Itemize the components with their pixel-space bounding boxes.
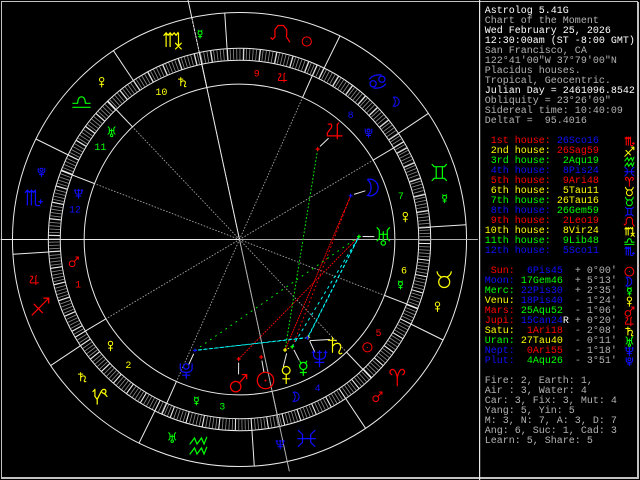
svg-text:10: 10: [155, 88, 167, 99]
svg-text:9: 9: [254, 70, 260, 81]
svg-text:2: 2: [125, 361, 131, 372]
svg-text:4: 4: [315, 384, 321, 395]
svg-text:7: 7: [398, 192, 404, 203]
svg-text:8: 8: [348, 111, 354, 122]
svg-text:3: 3: [219, 403, 225, 414]
svg-text:11: 11: [94, 143, 106, 154]
svg-text:1: 1: [75, 280, 81, 291]
svg-text:12: 12: [69, 205, 81, 216]
svg-text:6: 6: [401, 267, 407, 278]
svg-text:5: 5: [376, 329, 382, 340]
